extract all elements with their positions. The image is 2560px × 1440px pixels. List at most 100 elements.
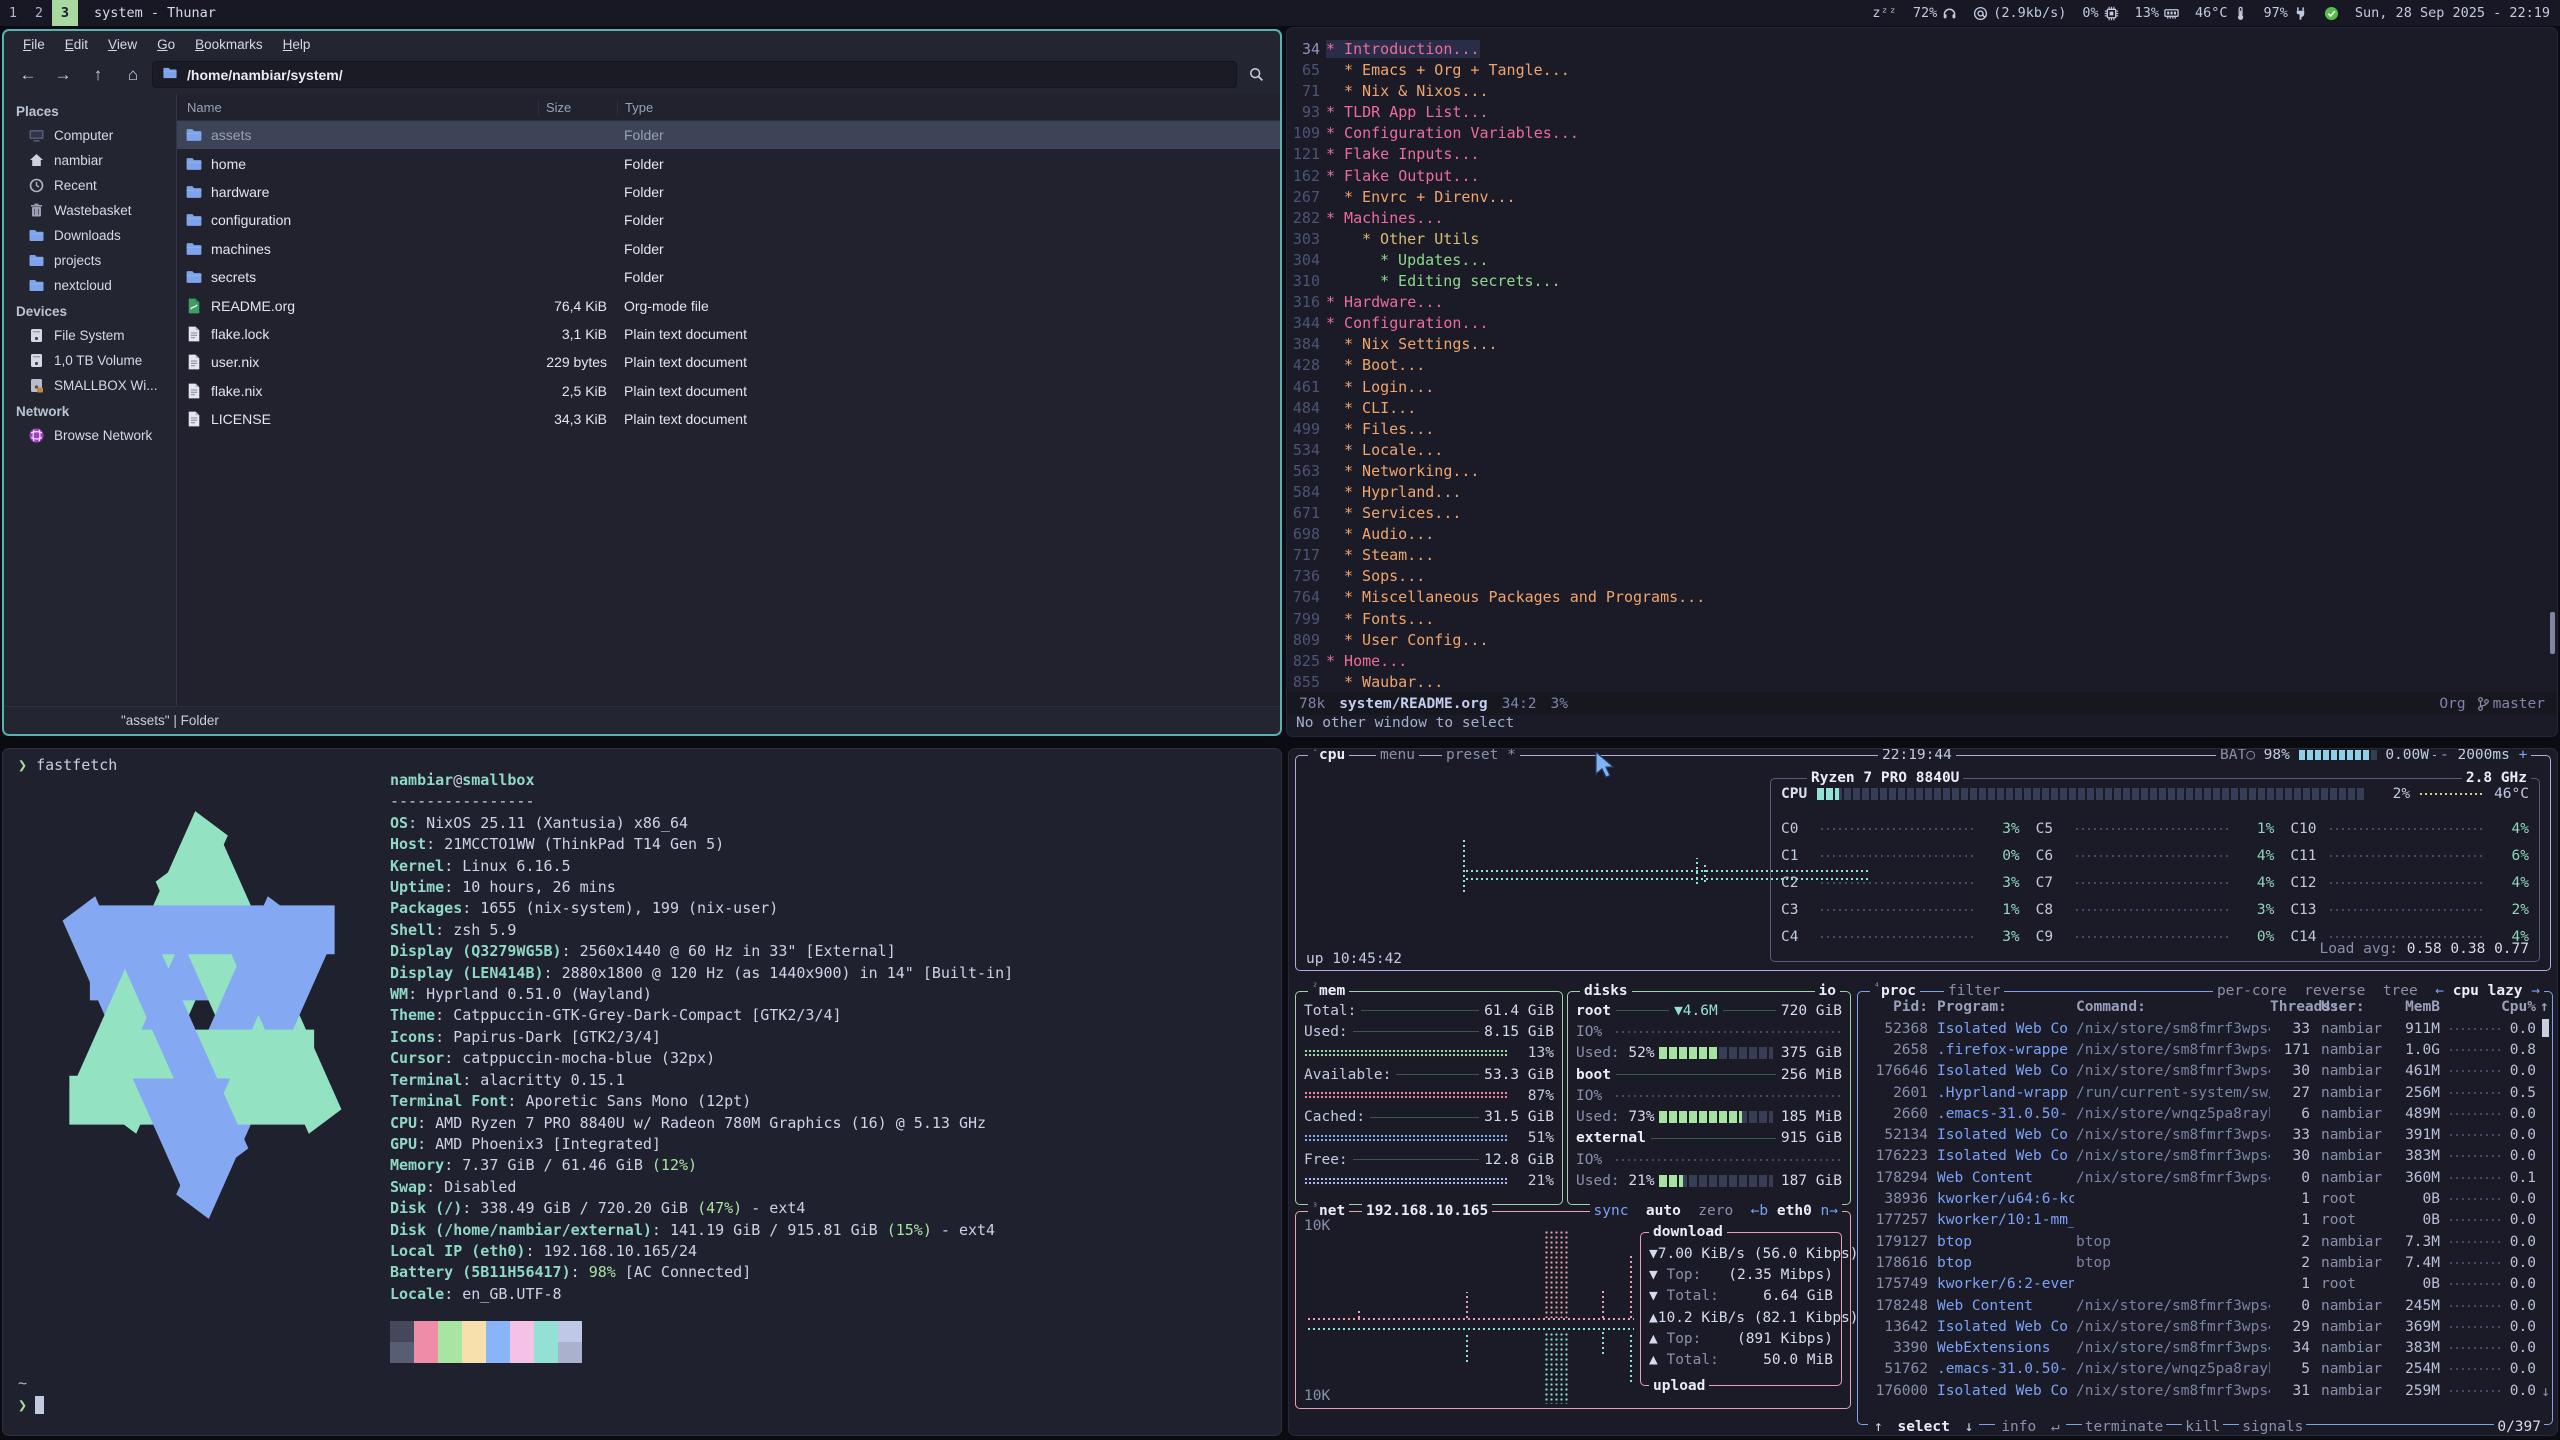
- net-controls[interactable]: sync auto zero ←b eth0 n→: [1590, 1201, 1843, 1221]
- process-row[interactable]: 51762.emacs-31.0.50-/nix/store/wnqz5pa8r…: [1858, 1359, 2552, 1380]
- org-headline[interactable]: * Nix & Nixos...: [1344, 82, 1489, 100]
- org-headline[interactable]: * Networking...: [1344, 462, 1479, 480]
- sidebar-item-downloads[interactable]: Downloads: [4, 223, 176, 248]
- org-headline[interactable]: * Editing secrets...: [1380, 272, 1561, 290]
- emacs-scrollbar[interactable]: [2550, 612, 2555, 654]
- update-interval[interactable]: - 2000ms +: [2436, 748, 2531, 765]
- home-button[interactable]: ⌂: [117, 61, 149, 89]
- process-row[interactable]: 178248Web Content/nix/store/sm8fmrf3wps4…: [1858, 1295, 2552, 1316]
- search-button[interactable]: [1240, 61, 1272, 89]
- mem-box-tab[interactable]: ²mem: [1308, 981, 1349, 1001]
- org-headline[interactable]: * Locale...: [1344, 441, 1443, 459]
- file-row[interactable]: homeFolder: [177, 149, 1280, 177]
- status-item-memory[interactable]: 13%: [2135, 5, 2179, 21]
- cpu-box-tab[interactable]: ¹cpu: [1308, 748, 1349, 765]
- status-item-clock[interactable]: Sun, 28 Sep 2025 - 22:19: [2355, 5, 2550, 21]
- sidebar-item-browse-network[interactable]: Browse Network: [4, 423, 176, 448]
- sidebar-item-recent[interactable]: Recent: [4, 173, 176, 198]
- file-row[interactable]: secretsFolder: [177, 263, 1280, 291]
- process-row[interactable]: 52368Isolated Web Co/nix/store/sm8fmrf3w…: [1858, 1018, 2552, 1039]
- menu-bookmarks[interactable]: Bookmarks: [186, 35, 272, 54]
- shell-prompt-current[interactable]: ❯: [18, 1396, 44, 1414]
- process-row[interactable]: 52134Isolated Web Co/nix/store/sm8fmrf3w…: [1858, 1124, 2552, 1145]
- file-row[interactable]: assetsFolder: [177, 121, 1280, 149]
- org-headline[interactable]: * Machines...: [1326, 209, 1443, 227]
- process-row[interactable]: 179127btopbtop2nambiar7.3M0.0: [1858, 1231, 2552, 1252]
- org-headline[interactable]: * Waubar...: [1344, 673, 1443, 691]
- process-row[interactable]: 175749kworker/6:2-even1root0B0.0: [1858, 1274, 2552, 1295]
- org-headline[interactable]: * Flake Inputs...: [1326, 145, 1480, 163]
- status-item-cpu[interactable]: 0%: [2082, 5, 2118, 21]
- org-headline[interactable]: * Audio...: [1344, 525, 1434, 543]
- process-row[interactable]: 38936kworker/u64:6-kc1root0B0.0: [1858, 1188, 2552, 1209]
- org-headline[interactable]: * Hardware...: [1326, 293, 1443, 311]
- disks-box-tab[interactable]: disks: [1580, 981, 1632, 1001]
- menu-file[interactable]: File: [14, 35, 54, 54]
- org-headline[interactable]: * Envrc + Direnv...: [1344, 188, 1516, 206]
- menu-view[interactable]: View: [99, 35, 146, 54]
- menu-go[interactable]: Go: [148, 35, 184, 54]
- status-item-sleep[interactable]: zᶻᶻ: [1872, 5, 1896, 21]
- process-row[interactable]: 178294Web Content/nix/store/sm8fmrf3wps4…: [1858, 1167, 2552, 1188]
- process-row[interactable]: 2658.firefox-wrappe/nix/store/sm8fmrf3wp…: [1858, 1039, 2552, 1060]
- process-row[interactable]: 178616btopbtop2nambiar7.4M0.0: [1858, 1252, 2552, 1273]
- org-headline[interactable]: * Configuration Variables...: [1326, 124, 1579, 142]
- org-headline[interactable]: * Boot...: [1344, 356, 1425, 374]
- org-headline[interactable]: * Nix Settings...: [1344, 335, 1498, 353]
- file-row[interactable]: user.nix229 bytesPlain text document: [177, 348, 1280, 376]
- status-item-check[interactable]: [2324, 6, 2339, 21]
- org-headline[interactable]: * TLDR App List...: [1326, 103, 1489, 121]
- proc-header[interactable]: Pid: Program: Command: Threads: User: Me…: [1858, 996, 2552, 1017]
- sidebar-item-computer[interactable]: Computer: [4, 123, 176, 148]
- proc-scrollbar[interactable]: [2542, 1019, 2549, 1037]
- column-name[interactable]: Name: [177, 100, 538, 115]
- org-headline[interactable]: * Configuration...: [1326, 314, 1489, 332]
- sidebar-item-projects[interactable]: projects: [4, 248, 176, 273]
- sidebar-item-smallbox-wi-[interactable]: SMALLBOX Wi...: [4, 373, 176, 398]
- org-headline[interactable]: * Login...: [1344, 378, 1434, 396]
- file-row[interactable]: flake.lock3,1 KiBPlain text document: [177, 320, 1280, 348]
- status-item-headphones[interactable]: 72%: [1913, 5, 1957, 21]
- status-item-thermometer[interactable]: 46°C: [2195, 5, 2248, 21]
- process-row[interactable]: 2601.Hyprland-wrapp/run/current-system/s…: [1858, 1082, 2552, 1103]
- process-row[interactable]: 176223Isolated Web Co/nix/store/sm8fmrf3…: [1858, 1146, 2552, 1167]
- status-item-link[interactable]: (2.9kb/s): [1973, 5, 2066, 21]
- status-item-plug[interactable]: 97%: [2264, 5, 2308, 21]
- file-row[interactable]: flake.nix2,5 KiBPlain text document: [177, 377, 1280, 405]
- menu-button[interactable]: menu: [1376, 748, 1419, 765]
- workspace-button-1[interactable]: 1: [0, 0, 26, 26]
- org-headline[interactable]: * Updates...: [1380, 251, 1488, 269]
- file-row[interactable]: LICENSE34,3 KiBPlain text document: [177, 405, 1280, 433]
- org-headline[interactable]: * Sops...: [1344, 567, 1425, 585]
- io-tab[interactable]: io: [1815, 981, 1840, 1001]
- org-headline[interactable]: * Steam...: [1344, 546, 1434, 564]
- org-headline[interactable]: * Emacs + Org + Tangle...: [1344, 61, 1570, 79]
- process-row[interactable]: 3390WebExtensions/nix/store/sm8fmrf3wps4…: [1858, 1337, 2552, 1358]
- forward-button[interactable]: →: [47, 61, 79, 89]
- column-size[interactable]: Size: [538, 100, 617, 115]
- process-row[interactable]: 2660.emacs-31.0.50-/nix/store/wnqz5pa8ra…: [1858, 1103, 2552, 1124]
- org-headline[interactable]: * CLI...: [1344, 399, 1416, 417]
- sidebar-item-nextcloud[interactable]: nextcloud: [4, 273, 176, 298]
- process-row[interactable]: 176000Isolated Web Co/nix/store/sm8fmrf3…: [1858, 1380, 2552, 1401]
- menu-edit[interactable]: Edit: [56, 35, 97, 54]
- path-bar[interactable]: /home/nambiar/system/: [152, 61, 1237, 88]
- org-headline[interactable]: * Fonts...: [1344, 610, 1434, 628]
- back-button[interactable]: ←: [12, 61, 44, 89]
- org-headline[interactable]: * Introduction...: [1326, 40, 1480, 58]
- process-row[interactable]: 13642Isolated Web Co/nix/store/sm8fmrf3w…: [1858, 1316, 2552, 1337]
- org-headline[interactable]: * Services...: [1344, 504, 1461, 522]
- file-row[interactable]: README.org76,4 KiBOrg-mode file: [177, 291, 1280, 319]
- file-row[interactable]: configurationFolder: [177, 206, 1280, 234]
- workspace-button-2[interactable]: 2: [26, 0, 52, 26]
- process-row[interactable]: 176646Isolated Web Co/nix/store/sm8fmrf3…: [1858, 1061, 2552, 1082]
- preset-button[interactable]: preset *: [1442, 748, 1520, 765]
- workspace-button-3[interactable]: 3: [52, 0, 78, 26]
- sidebar-item-file-system[interactable]: File System: [4, 323, 176, 348]
- org-headline[interactable]: * Hyprland...: [1344, 483, 1461, 501]
- file-row[interactable]: hardwareFolder: [177, 178, 1280, 206]
- sidebar-item-wastebasket[interactable]: Wastebasket: [4, 198, 176, 223]
- org-headline[interactable]: * Flake Output...: [1326, 167, 1480, 185]
- org-headline[interactable]: * Miscellaneous Packages and Programs...: [1344, 588, 1705, 606]
- org-headline[interactable]: * User Config...: [1344, 631, 1489, 649]
